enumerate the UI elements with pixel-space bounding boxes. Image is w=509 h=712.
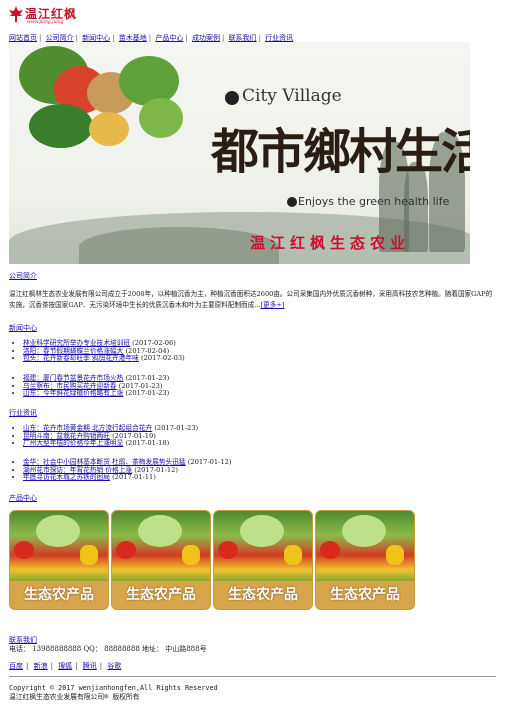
product-card[interactable]: 生态农产品 — [315, 510, 415, 610]
about-text: 温江红枫林生态农业发展有限公司成立于2008年，以种植沉香为主，种植沉香面积达2… — [9, 290, 493, 309]
link-google[interactable]: 谷歌 — [107, 662, 121, 670]
list-item: 包头：花卉新春却旺季 鸦鸽花卉港年味 (2017-02-03) — [23, 354, 185, 363]
nav-home[interactable]: 网站首页 — [9, 34, 37, 42]
footer-divider — [9, 676, 496, 677]
friend-links: 百度 | 新浪 | 搜狐 | 腾讯 | 谷歌 — [9, 662, 122, 670]
about-title[interactable]: 公司简介 — [9, 271, 37, 281]
maple-leaf-icon — [9, 6, 23, 22]
banner-tagline: Enjoys the green health life — [287, 195, 449, 208]
nav-nursery[interactable]: 苗木基地 — [119, 34, 147, 42]
nav-cases[interactable]: 成功案例 — [192, 34, 220, 42]
product-label: 生态农产品 — [10, 581, 108, 609]
list-item: 年底寻访花木城之苏铁的困局 (2017-01-11) — [23, 473, 232, 482]
nav-about[interactable]: 公司简介 — [46, 34, 74, 42]
footer: Copyright © 2017 wenjianhongfen,All Righ… — [9, 684, 218, 702]
about-more-link[interactable]: [更多+] — [261, 301, 285, 309]
industry-list-2: 金华：社会中小园林基本断货 杜鹃、茶梅发展势头迅猛 (2017-01-12) 湖… — [23, 458, 232, 482]
dot-icon — [225, 91, 239, 105]
link-sina[interactable]: 新浪 — [34, 662, 48, 670]
link-tencent[interactable]: 腾讯 — [83, 662, 97, 670]
product-card[interactable]: 生态农产品 — [213, 510, 313, 610]
news-list-2: 福建：厦门春节盆景花卉市场火热 (2017-01-23) 乌兰察布：市民购买花卉… — [23, 374, 169, 398]
product-gallery: 生态农产品 生态农产品 生态农产品 生态农产品 — [9, 510, 509, 610]
city-village-text: City Village — [242, 86, 342, 106]
list-item: 广州大型年桔的价格今年上涨明显 (2017-01-18) — [23, 439, 198, 448]
logo-url: www.jiang.jiang — [27, 20, 64, 25]
news-list-1: 林业科学研究所举办专业技术培训班 (2017-02-06) 洛阳：春节假期蝴蝶兰… — [23, 339, 185, 363]
hero-banner: City Village 都市鄉村生活 Enjoys the green hea… — [9, 42, 470, 264]
industry-title[interactable]: 行业资讯 — [9, 408, 37, 418]
nav-news[interactable]: 新闻中心 — [82, 34, 110, 42]
product-label: 生态农产品 — [214, 581, 312, 609]
link-sohu[interactable]: 搜狐 — [58, 662, 72, 670]
banner-headline: 都市鄉村生活 — [211, 124, 470, 180]
dot-icon — [287, 197, 297, 207]
nav-contact[interactable]: 联系我们 — [229, 34, 257, 42]
contact-section: 联系我们 电话： 13988888888 QQ： 88888888 地址： 中山… — [9, 636, 207, 654]
copyright-text: Copyright © 2017 wenjianhongfen,All Righ… — [9, 684, 218, 692]
company-text: 温江红枫生态农业发展有限公司® 版权所有 — [9, 693, 140, 701]
news-title[interactable]: 新闻中心 — [9, 323, 37, 333]
industry-list-1: 山东：花卉市场黄金期 北方流行起组合花卉 (2017-01-23) 昆明斗南：盆… — [23, 424, 198, 448]
link-baidu[interactable]: 百度 — [9, 662, 23, 670]
contact-title[interactable]: 联系我们 — [9, 636, 37, 644]
banner-slogan: 温江红枫生态农业 — [250, 234, 411, 252]
nav-industry[interactable]: 行业资讯 — [265, 34, 293, 42]
products-title[interactable]: 产品中心 — [9, 493, 37, 503]
site-logo[interactable]: 温江红枫 www.jiang.jiang — [9, 4, 89, 28]
product-card[interactable]: 生态农产品 — [111, 510, 211, 610]
contact-info: 电话： 13988888888 QQ： 88888888 地址： 中山路888号 — [9, 645, 207, 653]
nav-products[interactable]: 产品中心 — [155, 34, 183, 42]
list-item: 山东：今年鲜花绿植价格略有上涨 (2017-01-23) — [23, 389, 169, 398]
product-label: 生态农产品 — [112, 581, 210, 609]
product-card[interactable]: 生态农产品 — [9, 510, 109, 610]
product-label: 生态农产品 — [316, 581, 414, 609]
